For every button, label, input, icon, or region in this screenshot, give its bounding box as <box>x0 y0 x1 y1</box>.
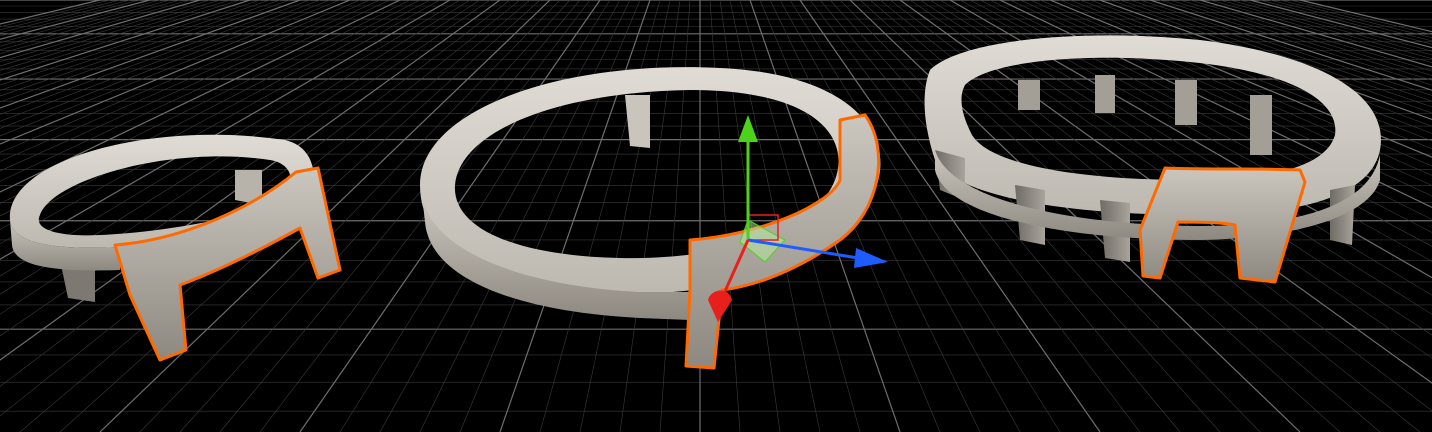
grid-line-vertical <box>459 0 641 432</box>
grid-line-vertical <box>0 0 391 182</box>
grid-line-vertical <box>579 0 671 432</box>
grid-line-vertical <box>0 0 421 217</box>
grid-line-vertical <box>379 0 621 432</box>
grid-line-vertical <box>539 0 661 432</box>
grid-line-vertical <box>619 0 681 432</box>
grid-line-vertical <box>0 0 441 245</box>
large-ring-top <box>924 35 1381 216</box>
grid-line-vertical <box>499 0 651 432</box>
gizmo-z-arrow-icon[interactable] <box>854 248 888 268</box>
stone-ring-medium[interactable] <box>420 67 881 370</box>
grid-line-vertical <box>0 0 431 230</box>
scene-viewport[interactable] <box>0 0 1432 432</box>
scene-canvas[interactable] <box>0 0 1432 432</box>
large-ring-selected-segment[interactable] <box>1138 166 1307 284</box>
grid-line-vertical <box>719 0 781 432</box>
grid-line-vertical <box>139 0 561 432</box>
large-ring-inner-pillars <box>1018 75 1272 155</box>
stone-ring-small[interactable] <box>9 134 342 362</box>
stone-ring-large[interactable] <box>924 35 1381 284</box>
